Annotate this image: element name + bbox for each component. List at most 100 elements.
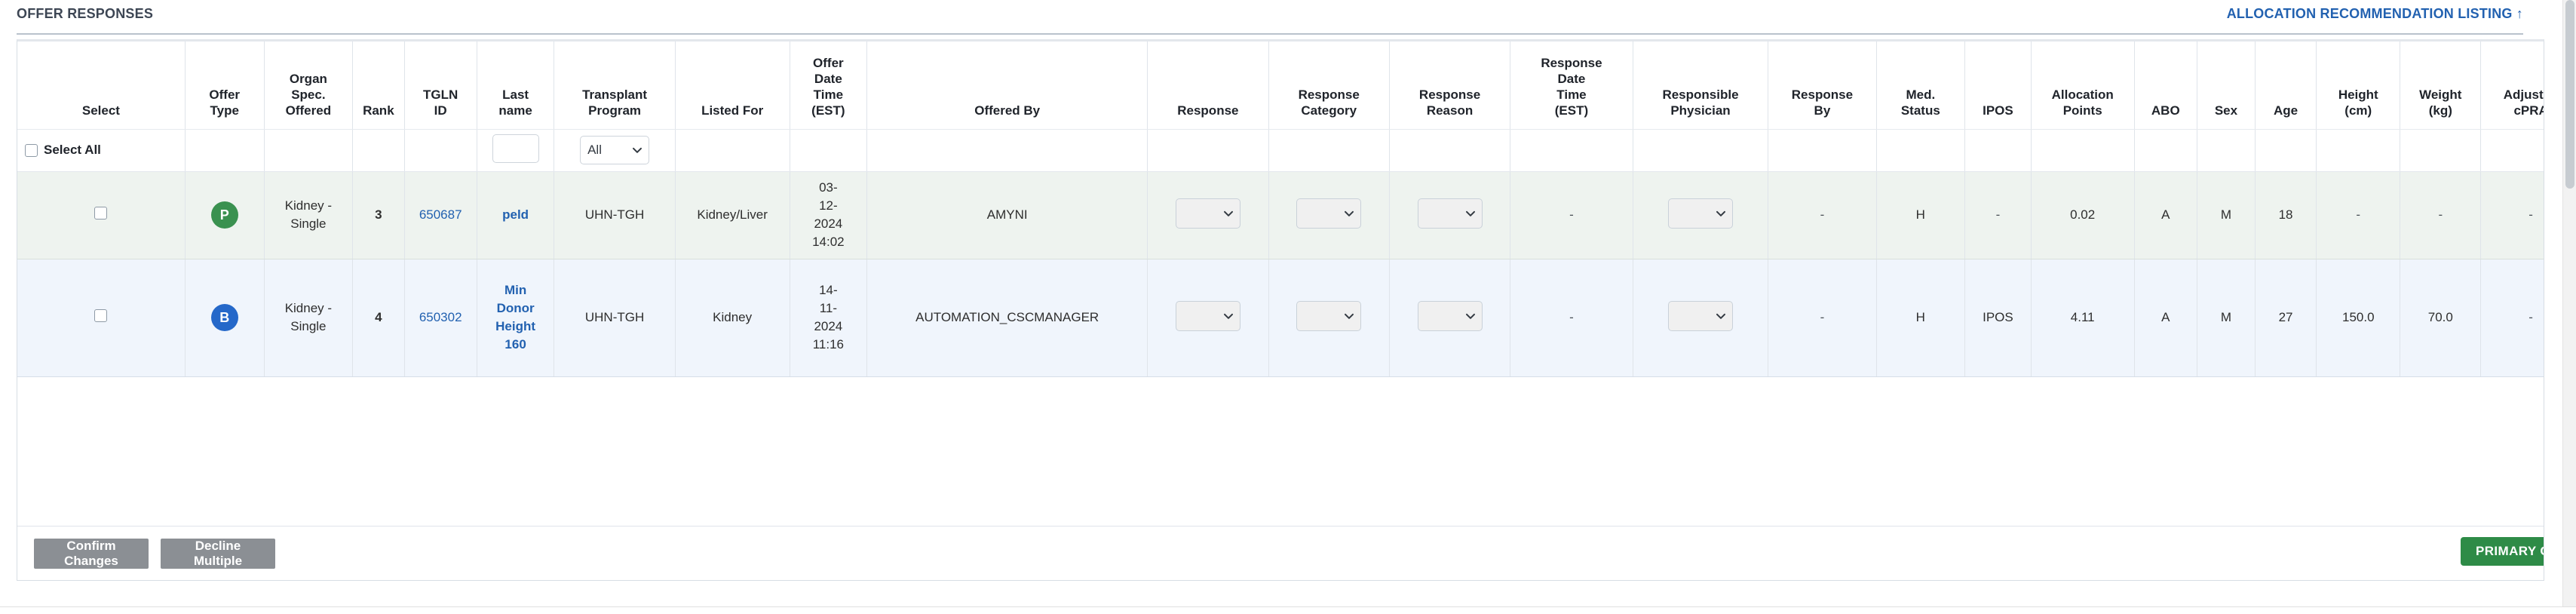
row-checkbox[interactable] — [94, 309, 108, 322]
chevron-down-icon — [1223, 207, 1233, 217]
select-all-control[interactable]: Select All — [25, 143, 177, 158]
cell-response-date-time: - — [1510, 171, 1633, 259]
cell-response — [1147, 259, 1269, 377]
offer-date-line: 11:16 — [812, 337, 844, 352]
responsible-physician-select[interactable] — [1668, 300, 1733, 331]
response-reason-select[interactable] — [1417, 300, 1483, 331]
header-row: Select Offer Type Organ Spec. Offered Ra… — [17, 41, 2544, 130]
cell-age: 27 — [2255, 259, 2317, 377]
filter-cell-age — [2255, 129, 2317, 172]
cell-height: - — [2316, 171, 2401, 259]
chevron-down-icon — [1223, 310, 1233, 320]
column-header-response-date-time: Response Date Time (EST) — [1510, 41, 1633, 130]
offer-date-line: 11- — [819, 301, 838, 315]
response-category-select[interactable] — [1296, 300, 1362, 331]
filter-cell-response — [1147, 129, 1269, 172]
table-head: Select Offer Type Organ Spec. Offered Ra… — [17, 41, 2544, 130]
chevron-down-icon — [1716, 310, 1725, 320]
chevron-down-icon — [1465, 310, 1475, 320]
last-name-filter-input[interactable] — [492, 134, 539, 163]
cell-response — [1147, 171, 1269, 259]
cell-ipos: IPOS — [1964, 259, 2032, 377]
cell-rank: 3 — [352, 171, 405, 259]
filter-cell-responsible-physician — [1633, 129, 1769, 172]
cell-rank: 4 — [352, 259, 405, 377]
column-header-weight: Weight (kg) — [2400, 41, 2482, 130]
filter-cell-offer-type — [185, 129, 265, 172]
table-row[interactable]: P Kidney - Single 3 650687 peld UHN-TGH … — [17, 171, 2544, 259]
offer-date-line: 12- — [819, 198, 838, 213]
column-header-organ-spec-offered: Organ Spec. Offered — [264, 41, 354, 130]
column-header-select: Select — [17, 41, 186, 130]
cell-height: 150.0 — [2316, 259, 2401, 377]
primary-offer-button[interactable]: PRIMARY OFFER — [2461, 537, 2544, 566]
responsible-physician-select[interactable] — [1668, 198, 1733, 229]
filter-cell-select: Select All — [17, 129, 186, 172]
filter-cell-offered-by — [866, 129, 1148, 172]
offer-responses-page: OFFER RESPONSES ALLOCATION RECOMMENDATIO… — [0, 0, 2576, 614]
response-select[interactable] — [1175, 198, 1240, 229]
column-header-sex: Sex — [2197, 41, 2256, 130]
cell-last-name[interactable]: peld — [477, 171, 555, 259]
cell-response-category — [1268, 259, 1390, 377]
up-arrow-icon: ↑ — [2516, 6, 2523, 21]
column-header-transplant-program: Transplant Program — [554, 41, 676, 130]
cell-adjusted-cpra: - — [2480, 171, 2544, 259]
cell-response-reason — [1389, 259, 1511, 377]
cell-organ-spec-offered: Kidney - Single — [264, 259, 354, 377]
scrollbar-thumb[interactable] — [2565, 0, 2574, 189]
cell-med-status: H — [1876, 259, 1966, 377]
offer-date-line: 2024 — [814, 216, 843, 231]
decline-multiple-button[interactable]: Decline Multiple — [161, 539, 275, 569]
cell-offered-by: AUTOMATION_CSCMANAGER — [866, 259, 1148, 377]
cell-sex: M — [2197, 171, 2256, 259]
chevron-down-icon — [1465, 207, 1475, 217]
column-header-offered-by: Offered By — [866, 41, 1148, 130]
filter-cell-response-reason — [1389, 129, 1511, 172]
cell-abo: A — [2134, 171, 2197, 259]
confirm-changes-button[interactable]: Confirm Changes — [34, 539, 149, 569]
bottom-divider — [0, 606, 2576, 614]
filter-cell-response-category — [1268, 129, 1390, 172]
column-header-med-status: Med. Status — [1876, 41, 1966, 130]
filter-row: Select All All — [17, 129, 2544, 172]
cell-response-date-time: - — [1510, 259, 1633, 377]
select-all-checkbox[interactable] — [25, 143, 38, 157]
allocation-link-label: ALLOCATION RECOMMENDATION LISTING — [2226, 6, 2513, 21]
cell-abo: A — [2134, 259, 2197, 377]
offer-date-line: 14- — [819, 283, 838, 297]
cell-weight: 70.0 — [2400, 259, 2482, 377]
response-reason-select[interactable] — [1417, 198, 1483, 229]
filter-cell-response-by — [1768, 129, 1877, 172]
filter-cell-tgln-id — [404, 129, 477, 172]
transplant-program-filter-value: All — [587, 143, 602, 157]
row-select-cell — [17, 259, 186, 377]
offer-type-badge: B — [210, 304, 238, 331]
row-checkbox[interactable] — [94, 207, 108, 220]
column-header-response-reason: Response Reason — [1389, 41, 1511, 130]
response-category-select[interactable] — [1296, 198, 1362, 229]
organ-spec-line: Single — [290, 216, 327, 231]
cell-sex: M — [2197, 259, 2256, 377]
offer-responses-table-container: Select Offer Type Organ Spec. Offered Ra… — [17, 39, 2544, 581]
column-header-listed-for: Listed For — [675, 41, 790, 130]
transplant-program-filter-select[interactable]: All — [580, 136, 650, 164]
cell-age: 18 — [2255, 171, 2317, 259]
cell-tgln-id[interactable]: 650687 — [404, 171, 477, 259]
cell-response-by: - — [1768, 171, 1877, 259]
table-row[interactable]: B Kidney - Single 4 650302 Min Donor Hei… — [17, 259, 2544, 377]
response-select[interactable] — [1175, 300, 1240, 331]
column-header-response-by: Response By — [1768, 41, 1877, 130]
cell-last-name[interactable]: Min Donor Height 160 — [477, 259, 555, 377]
cell-responsible-physician — [1633, 259, 1769, 377]
cell-tgln-id[interactable]: 650302 — [404, 259, 477, 377]
organ-spec-line: Single — [290, 319, 327, 333]
allocation-recommendation-listing-link[interactable]: ALLOCATION RECOMMENDATION LISTING ↑ — [2227, 6, 2523, 21]
page-scrollbar[interactable] — [2562, 0, 2576, 614]
last-name-line: Donor — [496, 301, 535, 315]
table-footer-actions: Confirm Changes Decline Multiple PRIMARY… — [17, 526, 2544, 580]
panel-header: OFFER RESPONSES ALLOCATION RECOMMENDATIO… — [17, 6, 2523, 35]
cell-weight: - — [2400, 171, 2482, 259]
filter-cell-med-status — [1876, 129, 1966, 172]
cell-response-reason — [1389, 171, 1511, 259]
